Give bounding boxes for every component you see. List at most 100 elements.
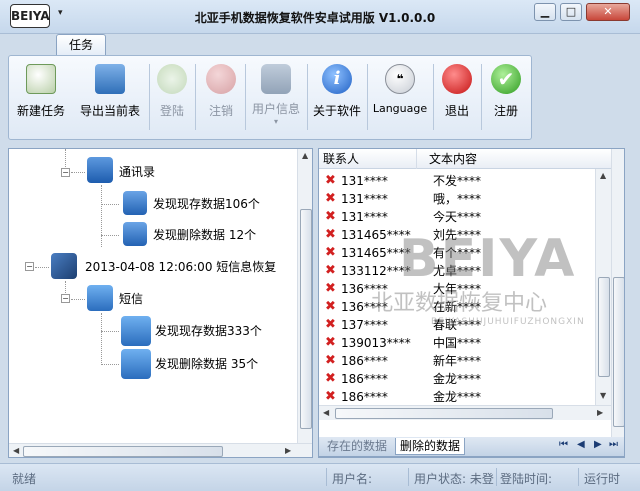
cell-text: 尤卓**** [433, 264, 482, 278]
export-icon [95, 64, 125, 94]
about-label: 关于软件 [312, 104, 361, 118]
scrollbar-thumb[interactable] [613, 277, 624, 427]
tree-node-sms-recovery[interactable]: 2013-04-08 12:06:00 短信息恢复 [85, 256, 276, 278]
first-page-icon[interactable]: ⏮ [559, 439, 568, 450]
deleted-icon: ✖ [325, 263, 336, 278]
deleted-icon: ✖ [325, 281, 336, 296]
tree-horizontal-scrollbar[interactable]: ◀ ▶ [9, 443, 312, 457]
panel-vertical-scrollbar[interactable] [611, 149, 624, 437]
scroll-right-icon[interactable]: ▶ [285, 446, 291, 455]
table-row[interactable]: ✖ 186**** 金龙**** [319, 370, 611, 388]
deleted-icon: ✖ [325, 389, 336, 404]
table-vertical-scrollbar[interactable]: ▲ ▼ [595, 169, 611, 405]
status-username: 用户名: [332, 472, 373, 486]
tab-task[interactable]: 任务 [56, 34, 106, 56]
data-tabs: 存在的数据 删除的数据 ⏮ ◀ ▶ ⏭ [318, 437, 625, 457]
scroll-right-icon[interactable]: ▶ [597, 408, 603, 417]
column-header-contact[interactable]: 联系人 [319, 149, 417, 169]
scroll-left-icon[interactable]: ◀ [323, 408, 329, 417]
close-button[interactable]: ✕ [586, 3, 630, 21]
new-task-button[interactable]: 新建任务 [15, 62, 67, 134]
table-row[interactable]: ✖ 136**** 大年**** [319, 280, 611, 298]
table-header: 联系人 文本内容 [319, 149, 611, 169]
contact-person-icon [123, 222, 147, 246]
register-button[interactable]: ✔ 注册 [487, 62, 525, 134]
scrollbar-thumb[interactable] [300, 209, 312, 429]
table-row[interactable]: ✖ 136**** 在新**** [319, 298, 611, 316]
tree-node-sms-deleted[interactable]: 发现删除数据 35个 [155, 353, 258, 375]
tree-line [101, 331, 119, 332]
cell-text: 春联**** [433, 318, 482, 332]
tree-vertical-scrollbar[interactable]: ▲ [297, 149, 312, 443]
logout-button[interactable]: 注销 [203, 62, 239, 134]
deleted-icon: ✖ [325, 317, 336, 332]
exit-button[interactable]: 退出 [439, 62, 475, 134]
scrollbar-thumb[interactable] [335, 408, 553, 419]
cell-contact: 136**** [341, 300, 388, 314]
deleted-icon: ✖ [325, 245, 336, 260]
previous-page-icon[interactable]: ◀ [577, 439, 585, 450]
logout-label: 注销 [208, 104, 233, 118]
cell-text: 在新**** [433, 300, 482, 314]
tab-deleted-data[interactable]: 删除的数据 [395, 438, 466, 455]
language-button[interactable]: ❝ Language [371, 62, 429, 134]
tree-node-contacts-deleted[interactable]: 发现删除数据 12个 [153, 224, 256, 246]
cell-text: 有个**** [433, 246, 482, 260]
minimize-button[interactable]: ▁ [534, 3, 556, 21]
table-row[interactable]: ✖ 131**** 不发**** [319, 172, 611, 190]
about-button[interactable]: i 关于软件 [311, 62, 363, 134]
scroll-up-icon[interactable]: ▲ [600, 171, 606, 180]
scroll-left-icon[interactable]: ◀ [13, 446, 19, 455]
last-page-icon[interactable]: ⏭ [609, 439, 618, 450]
tree-node-sms[interactable]: 短信 [119, 288, 143, 310]
scrollbar-thumb[interactable] [598, 277, 610, 377]
table-row[interactable]: ✖ 139013**** 中国**** [319, 334, 611, 352]
tree-expander[interactable]: − [61, 168, 70, 177]
tree-line [101, 204, 119, 205]
tree-node-sms-existing[interactable]: 发现现存数据333个 [155, 320, 262, 342]
tree-node-contacts-existing[interactable]: 发现现存数据106个 [153, 193, 260, 215]
new-task-label: 新建任务 [16, 104, 65, 118]
ribbon-separator [195, 64, 196, 130]
title-bar: BEIYA ▾ 北亚手机数据恢复软件安卓试用版 V1.0.0.0 ▁ □ ✕ [0, 0, 640, 34]
table-horizontal-scrollbar[interactable]: ◀ ▶ [319, 405, 611, 420]
cell-text: 中国**** [433, 336, 482, 350]
cell-text: 刘先**** [433, 228, 482, 242]
scroll-up-icon[interactable]: ▲ [302, 151, 308, 160]
tree-expander[interactable]: − [25, 262, 34, 271]
ribbon-separator [245, 64, 246, 130]
contact-person-icon [123, 191, 147, 215]
table-row[interactable]: ✖ 186**** 新年**** [319, 352, 611, 370]
scrollbar-thumb[interactable] [23, 446, 223, 457]
ribbon-toolbar: 新建任务 导出当前表 登陆 注销 用户信息 ▾ i 关于软件 ❝ Languag… [8, 55, 532, 140]
window-title: 北亚手机数据恢复软件安卓试用版 V1.0.0.0 [194, 11, 436, 25]
cell-text: 哦，**** [433, 192, 482, 206]
table-row[interactable]: ✖ 186**** 金龙**** [319, 388, 611, 406]
table-row[interactable]: ✖ 131**** 今天**** [319, 208, 611, 226]
quick-access-dropdown-icon[interactable]: ▾ [58, 8, 63, 18]
table-row[interactable]: ✖ 131465**** 有个**** [319, 244, 611, 262]
cell-contact: 137**** [341, 318, 388, 332]
user-info-button[interactable]: 用户信息 ▾ [249, 62, 303, 134]
next-page-icon[interactable]: ▶ [594, 439, 602, 450]
login-button[interactable]: 登陆 [155, 62, 189, 134]
table-row[interactable]: ✖ 131**** 哦，**** [319, 190, 611, 208]
table-row[interactable]: ✖ 137**** 春联**** [319, 316, 611, 334]
export-label: 导出当前表 [79, 104, 140, 118]
table-row[interactable]: ✖ 131465**** 刘先**** [319, 226, 611, 244]
cell-contact: 186**** [341, 354, 388, 368]
export-table-button[interactable]: 导出当前表 [75, 62, 145, 134]
tree-node-contacts[interactable]: 通讯录 [119, 161, 155, 183]
ribbon-separator [149, 64, 150, 130]
scroll-down-icon[interactable]: ▼ [600, 391, 606, 400]
table-row[interactable]: ✖ 133112**** 尤卓**** [319, 262, 611, 280]
tree-expander[interactable]: − [61, 294, 70, 303]
column-header-text[interactable]: 文本内容 [417, 149, 611, 169]
cell-text: 新年**** [433, 354, 482, 368]
status-separator [408, 468, 409, 486]
recovery-tool-icon [51, 253, 77, 279]
maximize-button[interactable]: □ [560, 3, 582, 21]
deleted-icon: ✖ [325, 173, 336, 188]
tab-existing-data[interactable]: 存在的数据 [323, 438, 391, 455]
cell-contact: 131**** [341, 210, 388, 224]
